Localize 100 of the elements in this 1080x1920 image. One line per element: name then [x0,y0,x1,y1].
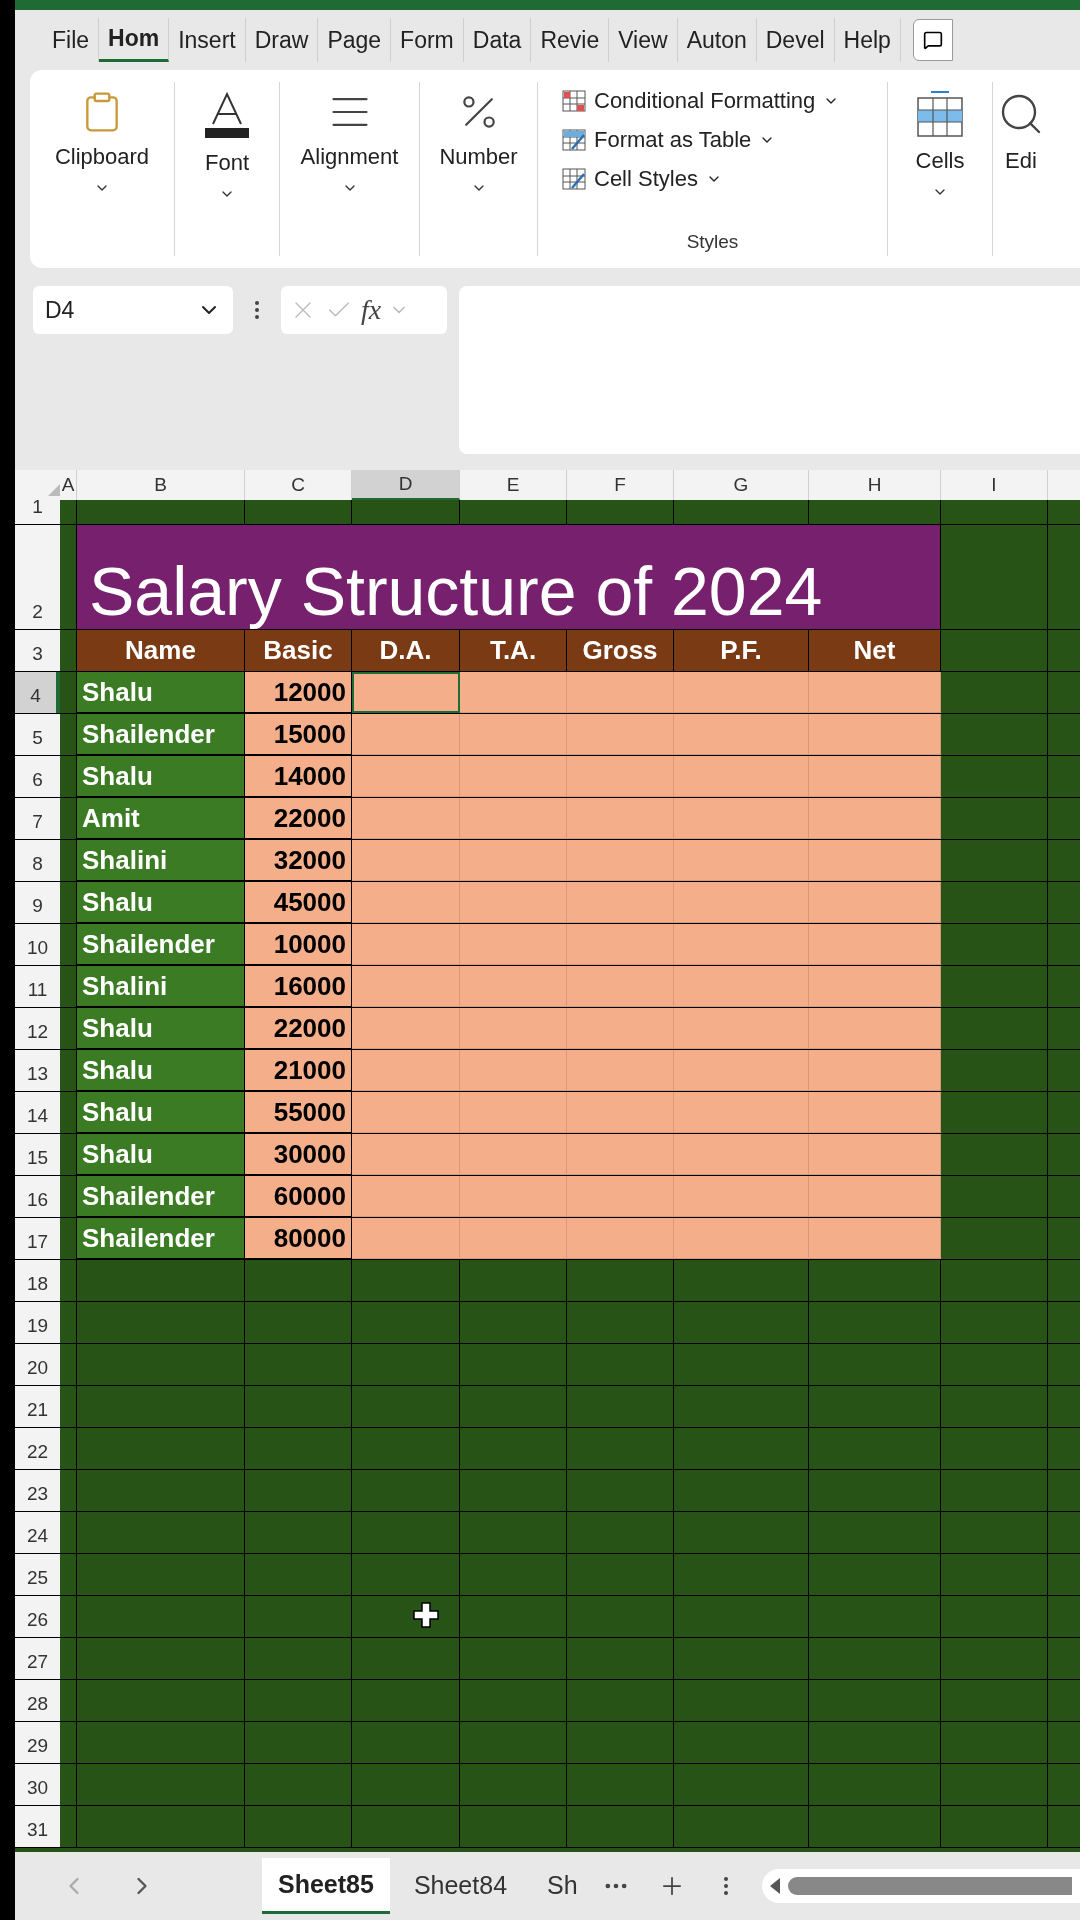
column-header[interactable]: H [809,470,941,500]
cursor-icon [413,1602,439,1628]
table-cell: 21000 [245,1050,352,1091]
table-cell: Shalu [77,672,245,713]
menu-tab[interactable]: Revie [531,18,610,62]
row-header[interactable]: 19 [15,1302,60,1343]
header-cell: D.A. [352,630,460,671]
ribbon-group-button[interactable]: Font [203,82,251,202]
cell-styles-icon [562,168,586,190]
ribbon-group-button[interactable]: Cells [915,82,965,200]
comments-button[interactable] [912,19,953,61]
styles-button[interactable]: Format as Table [562,129,840,151]
row-header[interactable]: 11 [15,966,60,1007]
horizontal-scrollbar[interactable] [761,1869,1080,1903]
menu-tab[interactable]: Data [463,18,532,62]
row-header[interactable]: 31 [15,1806,60,1847]
row-header[interactable]: 24 [15,1512,60,1553]
table-cell: Shailender [77,714,245,755]
row-header[interactable]: 17 [15,1218,60,1259]
row-header[interactable]: 23 [15,1470,60,1511]
ribbon-group-button[interactable]: Alignment [300,82,399,196]
row-header[interactable]: 21 [15,1386,60,1427]
column-header[interactable]: I [941,470,1048,500]
table-cell: Shalu [77,1092,245,1133]
table-cell: 80000 [245,1218,352,1259]
table-cell: Shailender [77,1218,245,1259]
menu-tab[interactable]: Devel [756,18,835,62]
styles-button[interactable]: Conditional Formatting [562,90,840,112]
table-cell: 10000 [245,924,352,965]
table-cell: 55000 [245,1092,352,1133]
row-header[interactable]: 27 [15,1638,60,1679]
menu-tab[interactable]: Page [318,18,392,62]
table-cell: Shalini [77,966,245,1007]
conditional-formatting-icon [562,90,586,112]
column-header[interactable]: G [674,470,809,500]
table-cell: Shalu [77,1050,245,1091]
column-header[interactable]: D [352,470,460,500]
menu-tab[interactable]: Form [391,18,464,62]
row-header[interactable]: 25 [15,1554,60,1595]
menu-tab[interactable]: Hom [99,18,170,62]
row-header[interactable]: 2 [15,525,60,629]
ribbon-group-button[interactable]: Clipboard [54,82,150,196]
name-box[interactable]: D4 [33,286,233,334]
row-header[interactable]: 4 [15,672,60,713]
row-header[interactable]: 16 [15,1176,60,1217]
row-header[interactable]: 8 [15,840,60,881]
insert-function-button[interactable]: fx [361,289,382,331]
column-header[interactable]: F [567,470,674,500]
table-cell: 16000 [245,966,352,1007]
row-header[interactable]: 1 [15,500,60,524]
table-cell: Shalu [77,756,245,797]
row-header[interactable]: 20 [15,1344,60,1385]
row-header[interactable]: 7 [15,798,60,839]
sheet-tab[interactable]: Sheet85 [262,1858,390,1914]
row-header[interactable]: 12 [15,1008,60,1049]
header-cell: Net [809,630,941,671]
row-header[interactable]: 5 [15,714,60,755]
table-cell: 22000 [245,1008,352,1049]
menu-tab[interactable]: View [609,18,678,62]
menu-tab[interactable]: Draw [245,18,319,62]
menu-tab[interactable]: Insert [169,18,246,62]
row-header[interactable]: 13 [15,1050,60,1091]
row-header[interactable]: 15 [15,1134,60,1175]
row-header[interactable]: 22 [15,1428,60,1469]
row-header[interactable]: 29 [15,1722,60,1763]
styles-button[interactable]: Cell Styles [562,168,840,190]
table-cell: 14000 [245,756,352,797]
row-header[interactable]: 26 [15,1596,60,1637]
row-header[interactable]: 30 [15,1764,60,1805]
table-cell: 15000 [245,714,352,755]
table-cell: 30000 [245,1134,352,1175]
row-header[interactable]: 10 [15,924,60,965]
row-header[interactable]: 14 [15,1092,60,1133]
table-cell: 60000 [245,1176,352,1217]
sheet-tab[interactable]: Sh [531,1858,594,1914]
table-cell: Shailender [77,1176,245,1217]
ribbon-group-button[interactable]: Edi [997,82,1045,172]
row-header[interactable]: 9 [15,882,60,923]
title-cell: Salary Structure of 2024 [77,525,941,629]
table-cell: Shalu [77,1008,245,1049]
row-header[interactable]: 18 [15,1260,60,1301]
table-cell: Shailender [77,924,245,965]
table-cell: Shalu [77,882,245,923]
menu-tab[interactable]: Auton [677,18,757,62]
column-header[interactable]: E [460,470,567,500]
table-cell: 22000 [245,798,352,839]
menu-tab[interactable]: Help [834,18,901,62]
row-header[interactable]: 6 [15,756,60,797]
sheet-tab[interactable]: Sheet84 [397,1858,524,1914]
cells-icon [915,90,965,138]
column-header[interactable]: B [77,470,245,500]
table-cell: Shalu [77,1134,245,1175]
menu-tab[interactable]: File [43,18,100,62]
row-header[interactable]: 28 [15,1680,60,1721]
ribbon-group-button[interactable]: Number [439,82,518,196]
font-color-icon [203,90,251,140]
column-header[interactable]: A [60,470,77,500]
row-header[interactable]: 3 [15,630,60,671]
table-cell: Shalini [77,840,245,881]
comment-icon [922,30,943,50]
